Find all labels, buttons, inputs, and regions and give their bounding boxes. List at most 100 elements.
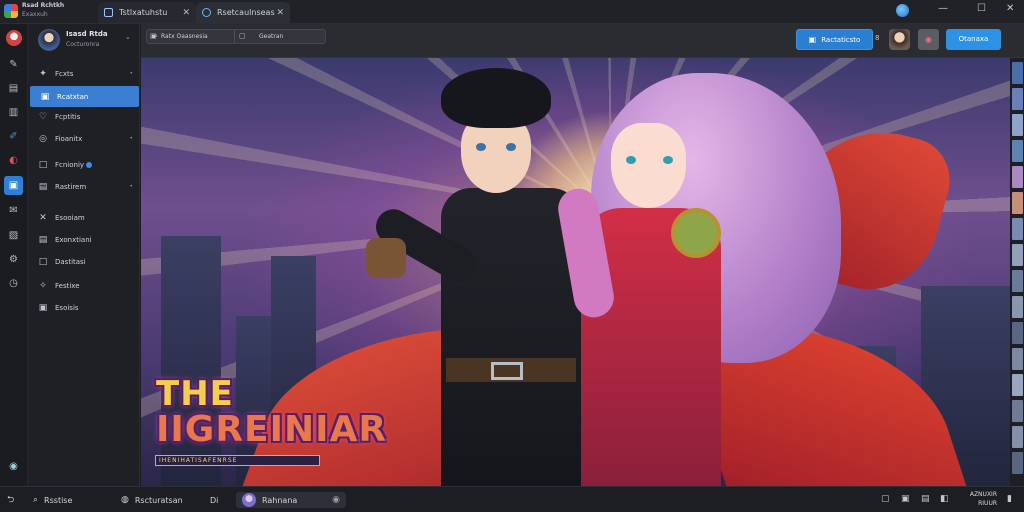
thumbnail[interactable] <box>1012 166 1023 188</box>
image-icon[interactable]: ▨ <box>7 229 20 242</box>
thumbnail[interactable] <box>1012 452 1023 474</box>
artwork-title-line1: THE <box>156 374 234 414</box>
thumbnail[interactable] <box>1012 218 1023 240</box>
sidebar-item-label: Dastitasi <box>55 257 86 266</box>
sidebar-item[interactable]: □ Fcnioniy <box>28 154 139 175</box>
action-button[interactable]: Otanaxa <box>946 29 1001 50</box>
maximize-button[interactable]: ☐ <box>977 3 986 14</box>
image-icon[interactable]: ▣ <box>901 494 910 504</box>
palette-icon[interactable]: ◐ <box>7 154 20 167</box>
chevron-down-icon[interactable]: ⌄ <box>125 33 131 41</box>
mail-icon[interactable]: ✉ <box>7 204 20 217</box>
app-icon: ◍ <box>121 495 129 505</box>
sidebar-item-label: Esoisis <box>55 303 79 312</box>
minimize-button[interactable]: — <box>938 3 948 14</box>
thumbnail[interactable] <box>1012 426 1023 448</box>
sparkle-icon: ✦ <box>39 68 47 79</box>
brush-icon[interactable]: ✐ <box>7 130 20 143</box>
tab-2[interactable]: Rsetcaulnseas ✕ <box>196 2 290 23</box>
tray-icon[interactable]: ▤ <box>921 494 930 504</box>
artwork-title: THE IIGREINIAR <box>156 376 387 448</box>
thumbnail[interactable] <box>1012 322 1023 344</box>
artwork-title-line2: IIGREINIAR <box>156 409 388 450</box>
sidebar-item[interactable]: ♡ Fcptitis <box>28 106 139 127</box>
chat-icon[interactable]: ▢ <box>881 494 890 504</box>
thumbnail[interactable] <box>1012 270 1023 292</box>
taskbar-mid[interactable]: Di <box>210 492 218 508</box>
sidebar-item[interactable]: ✕ Esooiam <box>28 207 139 228</box>
thumbnail[interactable] <box>1012 192 1023 214</box>
search-bar[interactable]: ▣ ⌕ Ratx Oaasnesia ▢ Geatran <box>146 29 326 44</box>
sidebar-item[interactable]: ✦ Fcxts • <box>28 63 139 84</box>
sidebar-item[interactable]: ✧ Festixe <box>28 275 139 296</box>
sidebar-item[interactable]: ◎ Fioanitx • <box>28 128 139 149</box>
globe-icon[interactable] <box>896 4 909 17</box>
avatar[interactable] <box>889 29 910 50</box>
help-icon[interactable]: ◉ <box>7 460 20 473</box>
page-icon <box>104 8 113 17</box>
thumbnail[interactable] <box>1012 114 1023 136</box>
avatar[interactable] <box>38 29 60 51</box>
thumbnail[interactable] <box>1012 374 1023 396</box>
tab-1[interactable]: Tstlxatuhstu ✕ <box>98 2 196 23</box>
sidebar-item-active[interactable]: ▣ Rcatxtan <box>30 86 139 107</box>
eye <box>506 143 516 151</box>
sidebar-item[interactable]: ▣ Esoisis <box>28 297 139 318</box>
sidebar-item[interactable]: ▤ Rastirem • <box>28 176 139 197</box>
close-icon[interactable]: ◉ <box>332 495 340 505</box>
search-icon: ⌕ <box>154 32 158 40</box>
app-window: Rsad Rchtkh Exaxxuh Tstlxatuhstu ✕ Rsetc… <box>0 0 1024 512</box>
taskbar-item-label: Rscturatsan <box>134 495 183 505</box>
heart-icon: ♡ <box>38 111 48 122</box>
taskbar-item-label: Rsstise <box>44 495 73 505</box>
layout-icon[interactable]: ▥ <box>7 106 20 119</box>
search-input-text[interactable]: Ratx Oaasnesia <box>161 33 208 40</box>
thumbnail[interactable] <box>1012 140 1023 162</box>
clock-icon[interactable]: ◷ <box>7 277 20 290</box>
primary-button-label: Ractaticsto <box>821 35 861 44</box>
taskbar-item[interactable]: ◍ Rscturatsan <box>121 492 183 508</box>
settings-icon[interactable]: ⚙ <box>7 253 20 266</box>
account-icon[interactable] <box>6 30 22 46</box>
square-icon: □ <box>38 159 48 170</box>
notifications-icon[interactable]: ▮ <box>1007 494 1012 504</box>
thumbnail[interactable] <box>1012 296 1023 318</box>
taskbar-search[interactable]: ⌕ Rsstise <box>33 492 72 508</box>
counter-text: 8 <box>875 34 880 42</box>
artwork-canvas[interactable]: THE IIGREINIAR IHENIHATISAFENRSE <box>141 58 1010 486</box>
close-window-button[interactable]: ✕ <box>1006 3 1014 14</box>
plus-icon: ▣ <box>808 35 817 44</box>
divider <box>234 30 235 43</box>
taskbar-item-active[interactable]: Rahnana ◉ <box>236 492 346 508</box>
back-button[interactable]: ⮌ <box>7 492 20 508</box>
pen-icon[interactable]: ✎ <box>7 58 20 71</box>
volume-icon[interactable]: ◧ <box>940 494 949 504</box>
thumbnail[interactable] <box>1012 400 1023 422</box>
primary-button[interactable]: ▣ Ractaticsto <box>796 29 873 50</box>
clock[interactable]: AZNUXIR RIUUR <box>957 490 997 508</box>
gallery-icon[interactable]: ▣ <box>4 176 23 195</box>
sidebar-item-label: Rastirem <box>55 182 87 191</box>
thumbnail[interactable] <box>1012 88 1023 110</box>
page-icon <box>202 8 211 17</box>
sidebar: Isasd Rtda Cocturonra ⌄ ✦ Fcxts • ▣ Rcat… <box>28 24 140 486</box>
thumbnail[interactable] <box>1012 348 1023 370</box>
close-tab-icon[interactable]: ✕ <box>276 8 284 18</box>
thumbnail[interactable] <box>1012 62 1023 84</box>
target-icon: ◎ <box>39 133 47 144</box>
app-logo-icon[interactable] <box>4 4 18 18</box>
close-tab-icon[interactable]: ✕ <box>182 8 190 18</box>
more-dot: • <box>129 183 133 190</box>
belt-buckle <box>491 362 523 380</box>
eye <box>476 143 486 151</box>
profile-subtitle: Cocturonra <box>66 41 100 48</box>
avatar <box>242 493 256 507</box>
thumbnail-strip <box>1010 58 1024 486</box>
sidebar-item[interactable]: □ Dastitasi <box>28 251 139 272</box>
clock-line2: RIUUR <box>978 500 997 507</box>
book-icon[interactable]: ▤ <box>7 82 20 95</box>
filter-text[interactable]: Geatran <box>259 33 283 40</box>
sidebar-item[interactable]: ▤ Exonxtiani <box>28 229 139 250</box>
thumbnail[interactable] <box>1012 244 1023 266</box>
record-icon[interactable]: ◉ <box>918 29 939 50</box>
